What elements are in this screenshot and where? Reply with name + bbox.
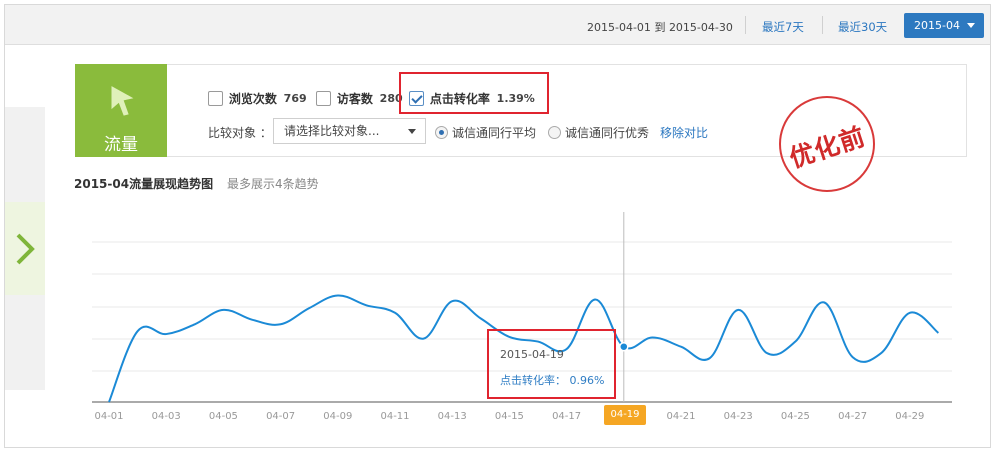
data-point-highlight bbox=[619, 341, 629, 352]
x-tick-label: 04-01 bbox=[94, 411, 123, 422]
x-tick-label: 04-05 bbox=[209, 411, 238, 422]
highlight-box-metric bbox=[399, 72, 549, 114]
x-tick-label: 04-25 bbox=[781, 411, 810, 422]
x-tick-label: 04-17 bbox=[552, 411, 581, 422]
x-tick-label: 04-15 bbox=[495, 411, 524, 422]
x-axis-active-label: 04-19 bbox=[604, 405, 646, 425]
x-tick-label: 04-07 bbox=[266, 411, 295, 422]
x-tick-label: 04-29 bbox=[895, 411, 924, 422]
x-tick-label: 04-23 bbox=[724, 411, 753, 422]
x-tick-label: 04-21 bbox=[666, 411, 695, 422]
x-tick-label: 04-13 bbox=[438, 411, 467, 422]
highlight-box-tooltip bbox=[487, 329, 616, 399]
x-tick-label: 04-27 bbox=[838, 411, 867, 422]
x-tick-label: 04-11 bbox=[380, 411, 409, 422]
x-tick-label: 04-09 bbox=[323, 411, 352, 422]
x-tick-label: 04-03 bbox=[152, 411, 181, 422]
